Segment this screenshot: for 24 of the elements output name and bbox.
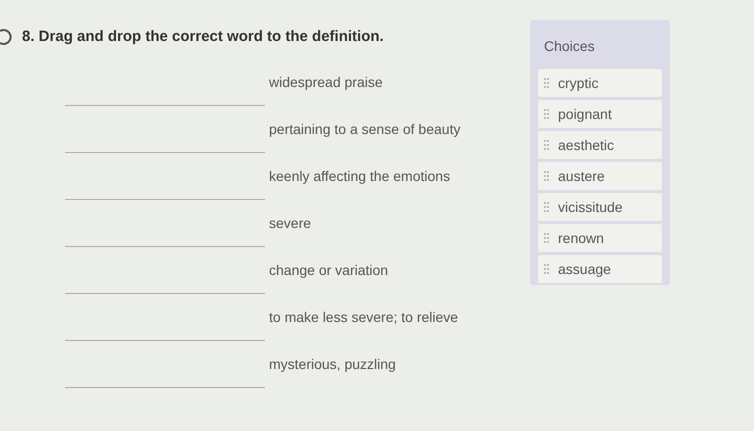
definition-text: to make less severe; to relieve [269,308,458,327]
drag-handle-icon[interactable] [544,109,550,119]
definition-text: mysterious, puzzling [269,355,396,374]
choice-tile[interactable]: cryptic [538,69,662,97]
definition-text: widespread praise [269,73,383,92]
drag-handle-icon[interactable] [544,78,550,88]
choice-tile[interactable]: vicissitude [538,193,662,221]
definition-text: pertaining to a sense of beauty [269,120,460,139]
definition-text: change or variation [269,261,388,280]
choice-tile[interactable]: assuage [538,255,662,283]
drag-handle-icon[interactable] [544,233,550,243]
question-title: 8. Drag and drop the correct word to the definition. [22,26,384,47]
choices-heading: Choices [544,37,595,56]
definition-text: keenly affecting the emotions [269,167,450,186]
drag-handle-icon[interactable] [544,171,550,181]
drag-handle-icon[interactable] [544,264,550,274]
drag-handle-icon[interactable] [544,202,550,212]
choice-tile[interactable]: poignant [538,100,662,128]
drag-handle-icon[interactable] [544,140,550,150]
arc-icon [0,29,12,45]
choice-tile[interactable]: aesthetic [538,131,662,159]
choice-tile[interactable]: renown [538,224,662,252]
choice-tile[interactable]: austere [538,162,662,190]
definition-text: severe [269,214,312,233]
